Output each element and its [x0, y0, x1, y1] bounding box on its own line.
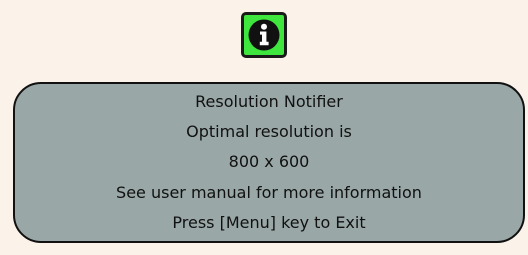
info-icon	[241, 12, 287, 58]
dialog-title: Resolution Notifier	[195, 92, 343, 111]
exit-hint-text: Press [Menu] key to Exit	[172, 213, 366, 232]
optimal-resolution-text: Optimal resolution is	[186, 122, 352, 141]
resolution-notifier-dialog: Resolution Notifier Optimal resolution i…	[13, 82, 525, 243]
resolution-value: 800 x 600	[228, 152, 310, 171]
info-glyph	[248, 19, 280, 51]
user-manual-text: See user manual for more information	[116, 183, 422, 202]
